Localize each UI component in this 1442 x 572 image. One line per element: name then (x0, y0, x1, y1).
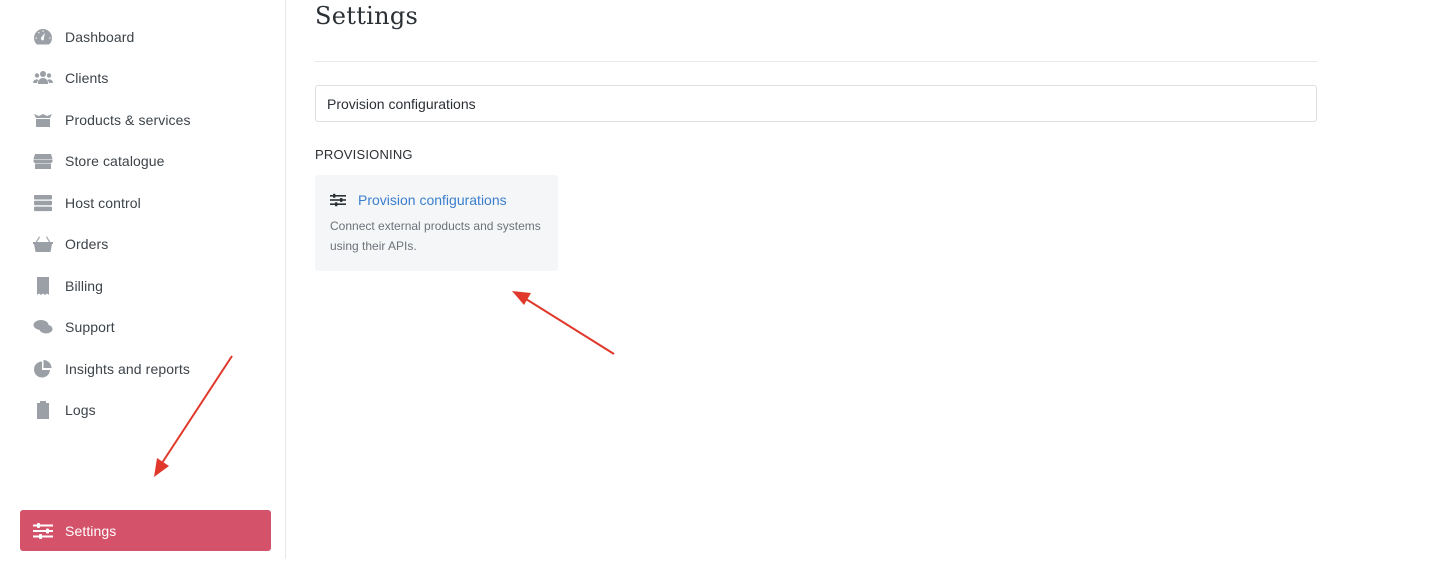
sidebar-item-dashboard[interactable]: Dashboard (20, 16, 271, 58)
store-icon (32, 152, 54, 170)
server-icon (32, 194, 54, 212)
sidebar-item-label: Orders (65, 236, 109, 253)
sidebar-item-orders[interactable]: Orders (20, 224, 271, 266)
card-description: Connect external products and systems us… (330, 219, 541, 253)
sidebar-item-products-services[interactable]: Products & services (20, 99, 271, 141)
sidebar-item-support[interactable]: Support (20, 307, 271, 349)
users-icon (32, 69, 54, 87)
sidebar-item-label: Insights and reports (65, 360, 190, 377)
receipt-icon (32, 276, 54, 295)
card-header: Provision configurations (330, 192, 543, 208)
sidebar-item-clients[interactable]: Clients (20, 58, 271, 100)
sidebar-item-billing[interactable]: Billing (20, 265, 271, 307)
sidebar-item-label: Host control (65, 194, 141, 211)
divider (315, 61, 1317, 62)
card-title-link[interactable]: Provision configurations (358, 192, 507, 208)
section-heading: PROVISIONING (315, 147, 413, 162)
sidebar-item-store-catalogue[interactable]: Store catalogue (20, 141, 271, 183)
annotation-arrow-card (512, 291, 615, 355)
sidebar-item-host-control[interactable]: Host control (20, 182, 271, 224)
pie-chart-icon (32, 359, 54, 378)
sidebar: Dashboard Clients Products & services St… (0, 0, 286, 559)
sliders-icon (32, 522, 54, 540)
sidebar-item-label: Billing (65, 277, 104, 294)
dashboard-gauge-icon (32, 28, 54, 46)
sidebar-item-label: Products & services (65, 111, 191, 128)
sidebar-item-label: Dashboard (65, 28, 135, 45)
sliders-icon (330, 193, 346, 207)
sidebar-item-label: Support (65, 319, 115, 336)
boxes-icon (32, 111, 54, 129)
page-title: Settings (315, 2, 419, 30)
sidebar-item-label: Clients (65, 70, 109, 87)
sidebar-item-label: Logs (65, 402, 96, 419)
chat-bubbles-icon (32, 318, 54, 336)
basket-icon (32, 235, 54, 253)
sidebar-item-insights-reports[interactable]: Insights and reports (20, 348, 271, 390)
sidebar-nav: Dashboard Clients Products & services St… (20, 16, 271, 431)
search-input[interactable] (315, 85, 1317, 122)
sidebar-item-label: Store catalogue (65, 153, 165, 170)
provision-configurations-card[interactable]: Provision configurations Connect externa… (315, 175, 558, 271)
clipboard-icon (32, 401, 54, 420)
sidebar-item-settings[interactable]: Settings (20, 510, 271, 551)
sidebar-item-logs[interactable]: Logs (20, 390, 271, 432)
sidebar-item-label: Settings (65, 522, 117, 539)
